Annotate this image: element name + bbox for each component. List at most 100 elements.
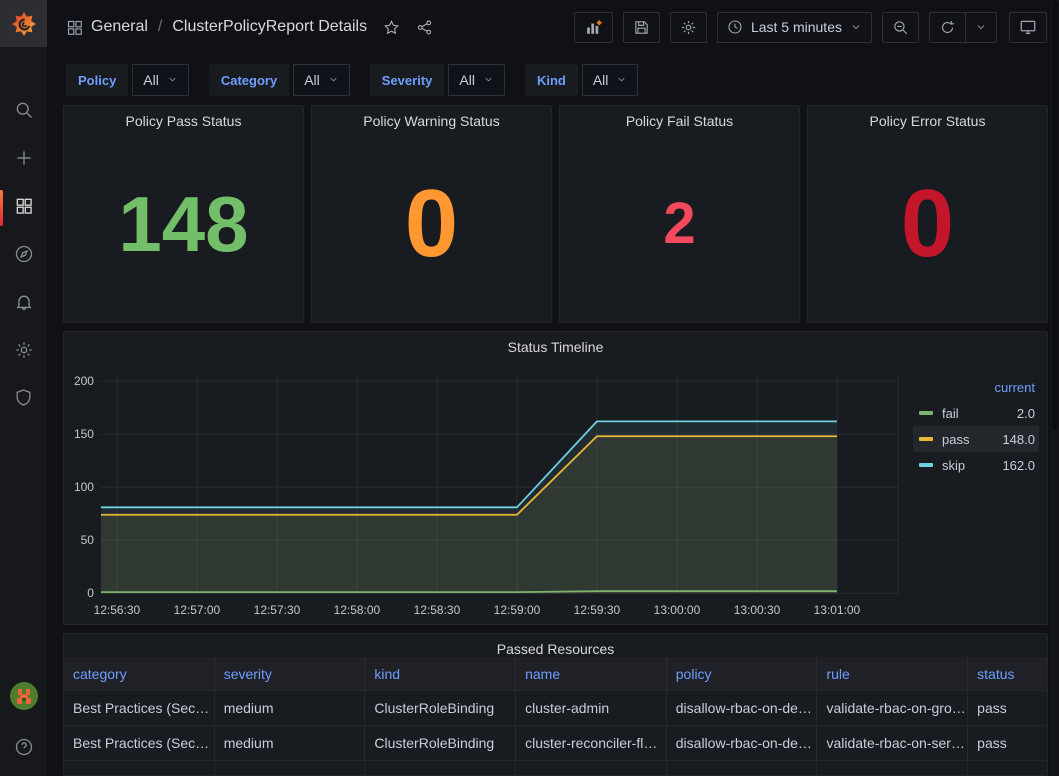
monitor-icon xyxy=(1019,18,1037,36)
save-icon xyxy=(633,19,650,36)
grafana-logo[interactable] xyxy=(0,0,47,47)
panel-title: Status Timeline xyxy=(64,332,1047,362)
stat-panels-row: Policy Pass Status 148 Policy Warning St… xyxy=(63,105,1048,323)
column-header-status[interactable]: status xyxy=(968,657,1047,690)
breadcrumb-separator: / xyxy=(156,18,164,36)
time-range-button[interactable]: Last 5 minutes xyxy=(718,13,871,42)
column-header-category[interactable]: category xyxy=(64,657,215,690)
series-label: fail xyxy=(942,406,959,421)
legend-item-skip[interactable]: skip 162.0 xyxy=(913,452,1039,478)
filter-policy-dropdown[interactable]: All xyxy=(132,64,189,96)
sidebar-item-help[interactable] xyxy=(14,737,34,762)
page-scrollbar[interactable] xyxy=(1051,0,1059,776)
sidebar-item-search[interactable] xyxy=(0,88,47,136)
column-header-name[interactable]: name xyxy=(516,657,667,690)
stat-panel-policy-pass: Policy Pass Status 148 xyxy=(63,105,304,323)
avatar-image xyxy=(10,682,38,710)
column-header-kind[interactable]: kind xyxy=(365,657,516,690)
shield-icon xyxy=(14,388,33,412)
breadcrumb: General / ClusterPolicyReport Details xyxy=(66,18,433,36)
filter-severity: Severity All xyxy=(370,64,505,96)
add-panel-button[interactable] xyxy=(574,12,613,43)
svg-text:50: 50 xyxy=(81,533,95,547)
chevron-down-icon xyxy=(850,21,862,33)
chevron-down-icon xyxy=(328,72,339,88)
filter-kind-dropdown[interactable]: All xyxy=(582,64,639,96)
filter-category-dropdown[interactable]: All xyxy=(293,64,350,96)
sidebar-item-explore[interactable] xyxy=(0,232,47,280)
panel-title: Policy Warning Status xyxy=(312,106,551,136)
cell-name: cluster-admin xyxy=(516,690,667,725)
page-title: ClusterPolicyReport Details xyxy=(172,18,367,36)
stat-value-fail: 2 xyxy=(560,136,799,322)
cell-severity: medium xyxy=(215,725,366,760)
stat-panel-policy-error: Policy Error Status 0 xyxy=(807,105,1048,323)
star-button[interactable] xyxy=(383,19,400,36)
filter-policy-value: All xyxy=(143,72,159,88)
time-picker: Last 5 minutes xyxy=(717,12,872,43)
filter-kind: Kind All xyxy=(525,64,638,96)
column-header-policy[interactable]: policy xyxy=(667,657,818,690)
svg-text:150: 150 xyxy=(74,427,94,441)
legend-column-header: current xyxy=(913,376,1039,400)
panel-title: Passed Resources xyxy=(64,634,1047,657)
series-current-value: 148.0 xyxy=(1002,432,1035,447)
svg-text:12:57:30: 12:57:30 xyxy=(254,603,301,617)
filter-category: Category All xyxy=(209,64,350,96)
share-button[interactable] xyxy=(416,19,433,36)
zoom-out-time-button[interactable] xyxy=(882,12,919,43)
sidebar-nav xyxy=(0,88,47,424)
stat-value-warning: 0 xyxy=(312,136,551,322)
star-icon xyxy=(383,19,400,36)
cell-kind: ClusterRoleBinding xyxy=(365,690,516,725)
sidebar-item-dashboards[interactable] xyxy=(0,184,47,232)
column-header-severity[interactable]: severity xyxy=(215,657,366,690)
svg-text:12:58:30: 12:58:30 xyxy=(414,603,461,617)
dashboard-grid: Policy Pass Status 148 Policy Warning St… xyxy=(63,105,1048,776)
filter-severity-label: Severity xyxy=(370,64,445,96)
filter-kind-label: Kind xyxy=(525,64,578,96)
dashboard-toolbar: Last 5 minutes xyxy=(574,12,1047,43)
sidebar-item-alerting[interactable] xyxy=(0,280,47,328)
series-swatch-skip xyxy=(919,463,933,467)
bell-icon xyxy=(14,292,34,317)
variable-filters: Policy All Category All Severity All xyxy=(47,50,1059,96)
cell-rule: validate-rbac-on-gro… xyxy=(817,690,968,725)
svg-text:13:00:30: 13:00:30 xyxy=(734,603,781,617)
column-header-rule[interactable]: rule xyxy=(817,657,968,690)
scrollbar-thumb[interactable] xyxy=(1052,0,1058,430)
refresh-button[interactable] xyxy=(930,13,965,42)
chevron-down-icon xyxy=(483,72,494,88)
filter-severity-value: All xyxy=(459,72,475,88)
refresh-interval-dropdown[interactable] xyxy=(965,13,996,42)
apps-icon xyxy=(14,196,34,221)
panel-title: Policy Error Status xyxy=(808,106,1047,136)
add-panel-icon xyxy=(584,18,603,37)
cycle-view-mode-button[interactable] xyxy=(1009,12,1047,43)
table-row: Best Practices (Sec… medium ClusterRoleB… xyxy=(64,690,1047,725)
dashboard-settings-button[interactable] xyxy=(670,12,707,43)
gear-icon xyxy=(680,19,697,36)
gear-icon xyxy=(14,340,34,365)
cell-category: Best Practices (Sec… xyxy=(64,725,215,760)
save-dashboard-button[interactable] xyxy=(623,12,660,43)
cell-severity: medium xyxy=(215,690,366,725)
cell-policy: disallow-rbac-on-de… xyxy=(667,725,818,760)
filter-severity-dropdown[interactable]: All xyxy=(448,64,505,96)
refresh-icon xyxy=(939,19,956,36)
user-avatar[interactable] xyxy=(10,682,38,715)
zoom-out-icon xyxy=(892,19,909,36)
breadcrumb-section[interactable]: General xyxy=(91,18,148,36)
sidebar-item-create[interactable] xyxy=(0,136,47,184)
cell-name: cluster-reconciler-fl… xyxy=(516,725,667,760)
legend-item-fail[interactable]: fail 2.0 xyxy=(913,400,1039,426)
timeline-chart[interactable]: 05010015020012:56:3012:57:0012:57:3012:5… xyxy=(64,332,1047,624)
sidebar-item-configuration[interactable] xyxy=(0,328,47,376)
table-header-row: category severity kind name policy rule … xyxy=(64,657,1047,690)
refresh-controls xyxy=(929,12,997,43)
legend-item-pass[interactable]: pass 148.0 xyxy=(913,426,1039,452)
sidebar-item-server-admin[interactable] xyxy=(0,376,47,424)
cell-rule: validate-rbac-on-ser… xyxy=(817,725,968,760)
passed-resources-panel: Passed Resources category severity kind … xyxy=(63,633,1048,776)
stat-value-pass: 148 xyxy=(64,136,303,322)
